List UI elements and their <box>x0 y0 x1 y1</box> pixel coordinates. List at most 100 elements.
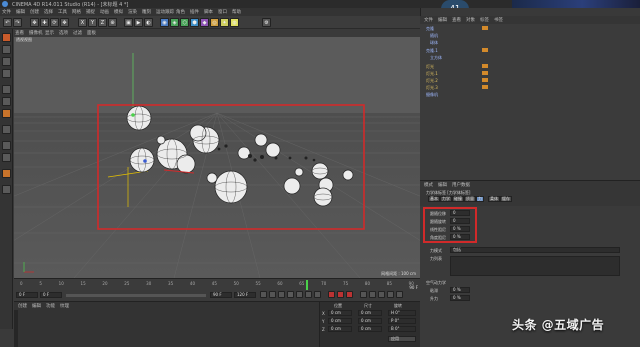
object-row[interactable]: 灯光.2 <box>426 78 438 83</box>
menu-sculpt[interactable]: 雕刻 <box>142 9 151 15</box>
points-mode-icon[interactable] <box>2 85 11 94</box>
prev-key-icon[interactable] <box>269 291 276 298</box>
menu-window[interactable]: 窗口 <box>218 9 227 15</box>
vp-menu-filter[interactable]: 过滤 <box>73 30 82 36</box>
tweak-mode-icon[interactable] <box>2 141 11 150</box>
obj-menu-view[interactable]: 查看 <box>452 17 461 23</box>
tag-icon[interactable] <box>482 85 488 89</box>
scale-tool-icon[interactable]: ✚ <box>40 18 49 27</box>
pla-key-icon[interactable] <box>396 291 403 298</box>
make-editable-icon[interactable] <box>2 33 11 42</box>
mat-menu-create[interactable]: 创建 <box>18 303 27 309</box>
x-axis-button[interactable]: X <box>78 18 87 27</box>
menu-snap[interactable]: 捕捉 <box>86 9 95 15</box>
menu-animate[interactable]: 动画 <box>100 9 109 15</box>
vp-menu-view[interactable]: 查看 <box>15 30 24 36</box>
vp-menu-panel[interactable]: 面板 <box>87 30 96 36</box>
record-icon[interactable] <box>328 291 335 298</box>
next-frame-icon[interactable] <box>296 291 303 298</box>
menu-script[interactable]: 脚本 <box>204 9 213 15</box>
live-select-icon[interactable]: ✥ <box>60 18 69 27</box>
rot-p-field[interactable]: P 0° <box>388 318 416 324</box>
goto-start-icon[interactable] <box>260 291 267 298</box>
current-frame-field[interactable]: 0 F <box>40 292 62 298</box>
texture-mode-icon[interactable] <box>2 57 11 66</box>
start-frame-field[interactable]: 0 F <box>16 292 38 298</box>
undo-icon[interactable]: ↶ <box>3 18 12 27</box>
force-list[interactable] <box>450 256 620 276</box>
rotate-tool-icon[interactable]: ⟳ <box>50 18 59 27</box>
object-row[interactable]: 随机 <box>430 33 438 38</box>
size-y-field[interactable]: 0 cm <box>358 318 382 324</box>
menu-edit[interactable]: 编辑 <box>16 9 25 15</box>
end-frame-field[interactable]: 90 F <box>210 292 232 298</box>
attr-menu-userdata[interactable]: 用户数据 <box>452 182 470 188</box>
rot-h-field[interactable]: H 0° <box>388 310 416 316</box>
autokey-icon[interactable] <box>337 291 344 298</box>
obj-menu-bookmarks[interactable]: 书签 <box>494 17 503 23</box>
obj-menu-edit[interactable]: 编辑 <box>438 17 447 23</box>
tab-force[interactable]: 力 <box>476 196 484 202</box>
world-coord-icon[interactable]: ⊕ <box>108 18 117 27</box>
attr-menu-mode[interactable]: 模式 <box>424 182 433 188</box>
object-row[interactable]: 灯光.1 <box>426 71 438 76</box>
menu-create[interactable]: 创建 <box>30 9 39 15</box>
rot-b-field[interactable]: B 0° <box>388 326 416 332</box>
object-row[interactable]: 灯光.3 <box>426 85 438 90</box>
mat-menu-texture[interactable]: 纹理 <box>60 303 69 309</box>
timeline-ruler[interactable]: 0 5 10 15 20 25 30 35 40 45 50 55 60 65 … <box>14 278 420 290</box>
menu-simulate[interactable]: 模拟 <box>114 9 123 15</box>
max-frame-field[interactable]: 120 F <box>234 292 256 298</box>
apply-button[interactable]: 应用 <box>388 336 416 342</box>
lift-field[interactable]: 0 % <box>450 295 470 301</box>
vp-menu-display[interactable]: 显示 <box>45 30 54 36</box>
prev-frame-icon[interactable] <box>278 291 285 298</box>
render-view-icon[interactable]: ▶ <box>134 18 143 27</box>
viewport[interactable]: 透视视图 网格间距: 100 cm <box>14 37 420 278</box>
menu-help[interactable]: 帮助 <box>232 9 241 15</box>
pos-x-field[interactable]: 0 cm <box>328 310 352 316</box>
attr-menu-edit[interactable]: 编辑 <box>438 182 447 188</box>
goto-end-icon[interactable] <box>314 291 321 298</box>
render-region-icon[interactable]: ▣ <box>124 18 133 27</box>
mograph-icon[interactable]: ⬢ <box>190 18 199 27</box>
workplane-icon[interactable] <box>2 69 11 78</box>
range-slider[interactable] <box>66 294 206 297</box>
tab-dynamics[interactable]: 力学 <box>440 196 452 202</box>
mat-menu-function[interactable]: 功能 <box>46 303 55 309</box>
next-key-icon[interactable] <box>305 291 312 298</box>
axis-mode-icon[interactable] <box>2 125 11 134</box>
object-row[interactable]: 立方体 <box>430 55 442 60</box>
tag-icon[interactable] <box>482 26 488 30</box>
mat-menu-edit[interactable]: 编辑 <box>32 303 41 309</box>
nurbs-icon[interactable]: ⬡ <box>180 18 189 27</box>
keyframe-selection-icon[interactable] <box>346 291 353 298</box>
y-axis-button[interactable]: Y <box>88 18 97 27</box>
param-key-icon[interactable] <box>387 291 394 298</box>
drag-field[interactable]: 0 % <box>450 287 470 293</box>
obj-menu-tags[interactable]: 标签 <box>480 17 489 23</box>
object-row[interactable]: 摄像机 <box>426 92 438 97</box>
play-icon[interactable] <box>287 291 294 298</box>
menu-tracker[interactable]: 运动跟踪 <box>156 9 174 15</box>
menu-plugins[interactable]: 插件 <box>190 9 199 15</box>
force-mode-select[interactable]: 包括 <box>450 247 620 253</box>
tab-cache[interactable]: 缓存 <box>500 196 512 202</box>
render-settings-icon[interactable]: ◐ <box>144 18 153 27</box>
menu-select[interactable]: 选择 <box>44 9 53 15</box>
redo-icon[interactable]: ↷ <box>13 18 22 27</box>
edges-mode-icon[interactable] <box>2 97 11 106</box>
light-icon[interactable]: ◍ <box>230 18 239 27</box>
lock-icon[interactable] <box>2 169 11 178</box>
scale-key-icon[interactable] <box>369 291 376 298</box>
grid-icon[interactable] <box>2 185 11 194</box>
polygons-mode-icon[interactable] <box>2 109 11 118</box>
vp-menu-options[interactable]: 选项 <box>59 30 68 36</box>
z-axis-button[interactable]: Z <box>98 18 107 27</box>
object-row[interactable]: 克隆 <box>426 26 434 31</box>
cube-icon[interactable]: ◉ <box>160 18 169 27</box>
rotation-key-icon[interactable] <box>378 291 385 298</box>
obj-menu-object[interactable]: 对象 <box>466 17 475 23</box>
deformer-icon[interactable]: ◆ <box>200 18 209 27</box>
object-row[interactable]: 球体 <box>430 40 438 45</box>
